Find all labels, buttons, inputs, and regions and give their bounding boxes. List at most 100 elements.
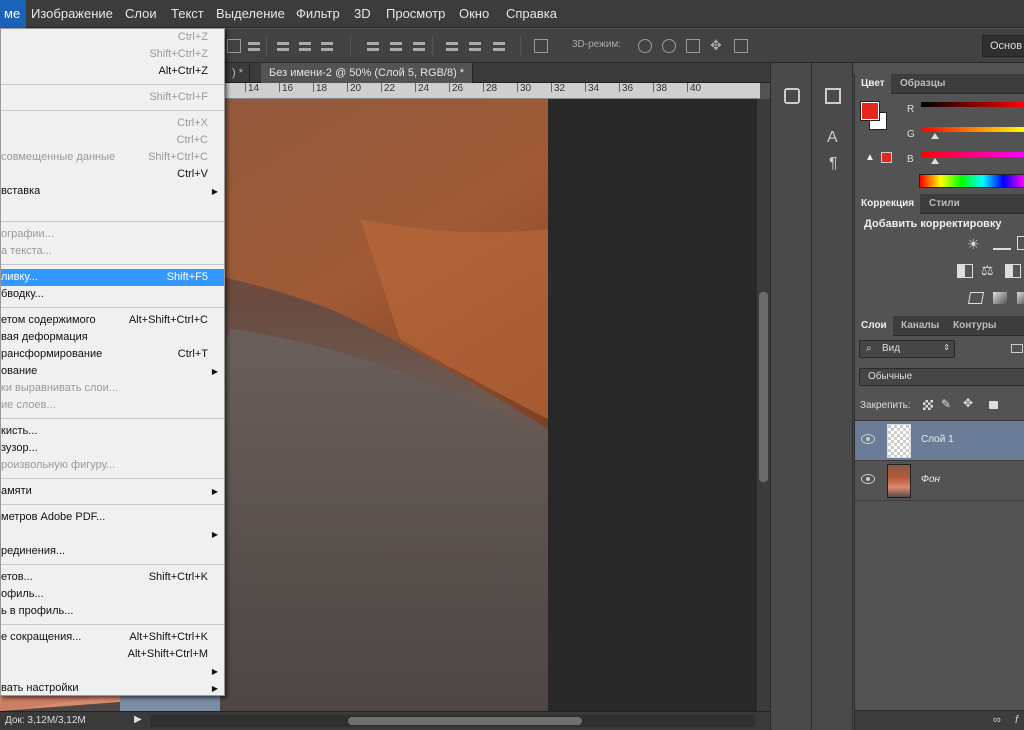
distribute-right-icon[interactable] — [492, 39, 506, 53]
foreground-color-swatch[interactable] — [860, 101, 880, 121]
tab-paths[interactable]: Контуры — [947, 316, 1002, 336]
slide-3d-icon[interactable]: ✥ — [710, 38, 724, 53]
invert-icon[interactable] — [967, 292, 985, 304]
tab-document-1[interactable]: ) * — [226, 63, 250, 83]
align-vcenter-icon[interactable] — [247, 39, 261, 53]
horizontal-scroll-thumb[interactable] — [348, 717, 582, 725]
visibility-eye-icon[interactable] — [861, 434, 875, 444]
edit-menu-item[interactable]: ие слоев... — [1, 397, 224, 414]
menu-help[interactable]: Справка — [500, 0, 563, 28]
blend-mode-select[interactable]: Обычные — [859, 368, 1024, 386]
lock-position-icon[interactable]: ✥ — [963, 396, 973, 410]
edit-menu-item[interactable]: вставка ▶ — [1, 183, 224, 200]
edit-menu-item[interactable]: ь в профиль... — [1, 603, 224, 620]
curves-icon[interactable] — [1017, 236, 1024, 250]
edit-menu-item[interactable]: Ctrl+C — [1, 132, 224, 149]
history-icon[interactable] — [825, 88, 841, 104]
edit-menu-item[interactable]: Ctrl+V — [1, 166, 224, 183]
tab-channels[interactable]: Каналы — [895, 316, 945, 336]
distribute-left-icon[interactable] — [445, 39, 459, 53]
workspace-switcher[interactable]: Основ — [982, 35, 1024, 57]
brightness-icon[interactable]: ☀ — [967, 236, 980, 253]
3d-panel-icon[interactable] — [784, 88, 800, 104]
filter-image-icon[interactable] — [1011, 344, 1023, 353]
tab-color[interactable]: Цвет — [855, 74, 891, 94]
orbit-3d-icon[interactable] — [638, 39, 652, 53]
roll-3d-icon[interactable] — [662, 39, 676, 53]
lock-all-icon[interactable] — [989, 401, 998, 409]
edit-menu-item[interactable]: метров Adobe PDF... — [1, 509, 224, 526]
gradient-map-icon[interactable] — [993, 292, 1007, 304]
edit-menu-item[interactable]: рансформирование Ctrl+T — [1, 346, 224, 363]
edit-menu-item[interactable]: зузор... — [1, 440, 224, 457]
menu-window[interactable]: Окно — [453, 0, 495, 28]
menu-select[interactable]: Выделение — [210, 0, 291, 28]
hue-icon[interactable] — [957, 264, 973, 278]
align-hcenter-icon[interactable] — [298, 39, 312, 53]
scale-3d-icon[interactable] — [734, 39, 748, 53]
lock-pixels-icon[interactable]: ✎ — [941, 397, 951, 411]
layer-row-layer1[interactable]: Слой 1 — [855, 421, 1024, 461]
visibility-eye-icon[interactable] — [861, 474, 875, 484]
distribute-top-icon[interactable] — [366, 39, 380, 53]
align-right-icon[interactable] — [320, 39, 334, 53]
edit-menu-item[interactable]: ливку... Shift+F5 — [1, 269, 224, 286]
character-icon[interactable]: A — [827, 129, 838, 147]
gamut-color-swatch[interactable] — [881, 152, 892, 163]
auto-align-icon[interactable] — [534, 39, 548, 53]
levels-icon[interactable] — [993, 238, 1011, 250]
color-spectrum-bar[interactable] — [919, 174, 1024, 188]
horizontal-scrollbar[interactable] — [150, 715, 755, 727]
edit-menu-item[interactable]: ▶ — [1, 526, 224, 543]
layer-name[interactable]: Фон — [921, 474, 940, 485]
distribute-bottom-icon[interactable] — [412, 39, 426, 53]
tab-styles[interactable]: Стили — [923, 194, 966, 214]
channel-b-slider[interactable] — [921, 152, 1024, 157]
align-left-icon[interactable] — [276, 39, 290, 53]
status-menu-arrow-icon[interactable]: ▶ — [134, 714, 142, 725]
edit-menu-item[interactable]: офиль... — [1, 586, 224, 603]
edit-menu-item[interactable] — [1, 200, 224, 217]
layer-name[interactable]: Слой 1 — [921, 434, 954, 445]
edit-menu-item[interactable]: етов... Shift+Ctrl+K — [1, 569, 224, 586]
fx-icon[interactable]: f — [1015, 714, 1018, 726]
edit-menu-item[interactable]: рединения... — [1, 543, 224, 560]
edit-menu-item[interactable]: ки выравнивать слои... — [1, 380, 224, 397]
menu-layers[interactable]: Слои — [119, 0, 163, 28]
pan-3d-icon[interactable] — [686, 39, 700, 53]
menu-3d[interactable]: 3D — [348, 0, 377, 28]
menu-type[interactable]: Текст — [165, 0, 210, 28]
color-balance-icon[interactable]: ⚖ — [981, 262, 994, 279]
edit-menu-item[interactable]: амяти ▶ — [1, 483, 224, 500]
vertical-scroll-thumb[interactable] — [759, 292, 768, 482]
menu-view[interactable]: Просмотр — [380, 0, 451, 28]
edit-menu-item[interactable]: ▶ — [1, 663, 224, 680]
edit-menu-item[interactable]: етом содержимого Alt+Shift+Ctrl+C — [1, 312, 224, 329]
menu-edit[interactable]: ме — [0, 0, 26, 28]
edit-menu-item[interactable]: Alt+Ctrl+Z — [1, 63, 224, 80]
edit-menu-item[interactable]: а текста... — [1, 243, 224, 260]
channel-g-handle[interactable] — [931, 133, 939, 139]
distribute-vcenter-icon[interactable] — [389, 39, 403, 53]
layer-row-background[interactable]: Фон — [855, 461, 1024, 501]
menu-image[interactable]: Изображение — [25, 0, 119, 28]
edit-menu-item[interactable]: кисть... — [1, 423, 224, 440]
tab-layers[interactable]: Слои — [855, 316, 893, 336]
edit-menu-item[interactable]: ографии... — [1, 226, 224, 243]
edit-menu-item[interactable]: Ctrl+Z — [1, 29, 224, 46]
black-white-icon[interactable] — [1005, 264, 1021, 278]
paragraph-icon[interactable]: ¶ — [829, 155, 838, 173]
edit-menu-item[interactable]: бводку... — [1, 286, 224, 303]
menu-filter[interactable]: Фильтр — [290, 0, 346, 28]
channel-b-handle[interactable] — [931, 158, 939, 164]
channel-r-slider[interactable] — [921, 102, 1024, 107]
layer-filter-select[interactable]: ⌕ Вид ⇕ — [859, 340, 955, 358]
tab-document-2[interactable]: Без имени-2 @ 50% (Слой 5, RGB/8) * — [261, 63, 474, 83]
edit-menu-item[interactable]: ование ▶ — [1, 363, 224, 380]
edit-menu-item[interactable]: совмещенные данные Shift+Ctrl+C — [1, 149, 224, 166]
tab-swatches[interactable]: Образцы — [894, 74, 951, 94]
channel-g-slider[interactable] — [921, 127, 1024, 132]
edit-menu-item[interactable]: Ctrl+X — [1, 115, 224, 132]
edit-menu-item[interactable]: Shift+Ctrl+Z — [1, 46, 224, 63]
edit-menu-item[interactable]: е сокращения... Alt+Shift+Ctrl+K — [1, 629, 224, 646]
